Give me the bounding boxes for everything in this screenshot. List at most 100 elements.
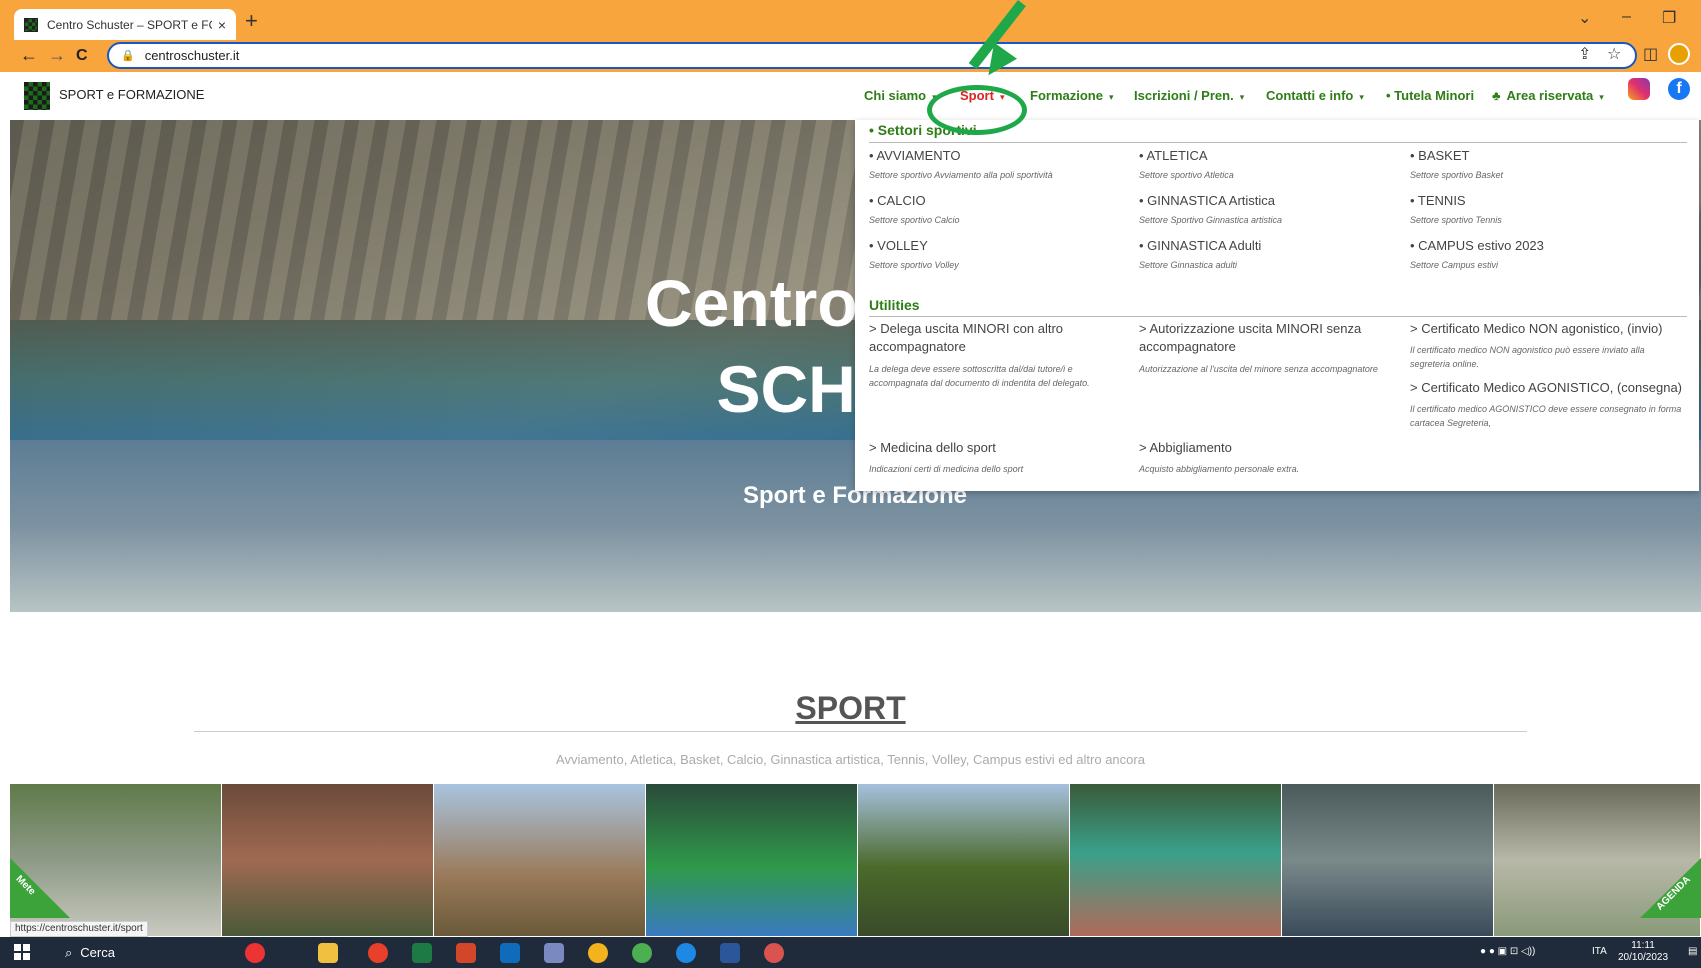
dd-ginnastica-adulti[interactable]: • GINNASTICA Adulti (1139, 237, 1261, 255)
divider (194, 731, 1527, 732)
restore-icon[interactable]: ❐ (1662, 8, 1676, 28)
tab-title: Centro Schuster – SPORT e FORI (47, 17, 212, 32)
dd-desc: Settore sportivo Avviamento alla poli sp… (869, 170, 1053, 180)
forward-icon[interactable]: → (48, 45, 66, 66)
menu-area-riservata[interactable]: ♣ Area riservata ▾ (1492, 88, 1604, 103)
site-title[interactable]: SPORT e FORMAZIONE (59, 87, 204, 102)
dd-abbigliamento[interactable]: > Abbigliamento (1139, 439, 1232, 457)
user-icon: ♣ (1492, 88, 1501, 103)
dd-ginnastica-artistica[interactable]: • GINNASTICA Artistica (1139, 192, 1275, 210)
site-logo[interactable] (24, 82, 50, 110)
new-tab-button[interactable]: + (245, 10, 258, 32)
menu-label: • Tutela Minori (1386, 88, 1475, 103)
chrome-alt-icon[interactable] (764, 943, 784, 963)
menu-formazione[interactable]: Formazione ▾ (1030, 88, 1114, 103)
browser-tab[interactable]: Centro Schuster – SPORT e FORI × (14, 9, 236, 40)
windows-start-icon[interactable] (14, 944, 30, 960)
dd-desc: Settore sportivo Calcio (869, 215, 960, 225)
browser-tabstrip: Centro Schuster – SPORT e FORI × + ⌄ – ❐ (0, 0, 1701, 40)
taskbar-clock[interactable]: 11:11 20/10/2023 (1618, 940, 1668, 964)
dd-desc: Indicazioni certi di medicina dello spor… (869, 464, 1024, 474)
dd-basket[interactable]: • BASKET (1410, 147, 1469, 165)
annotation-circle (927, 85, 1027, 135)
opera-icon[interactable] (368, 943, 388, 963)
address-bar-row: ← → C 🔒 centroschuster.it ⇪ ☆ ◫ (0, 40, 1701, 72)
menu-tutela-minori[interactable]: • Tutela Minori (1386, 88, 1474, 103)
dd-volley[interactable]: • VOLLEY (869, 237, 928, 255)
dd-desc: Settore sportivo Basket (1410, 170, 1504, 180)
lock-icon: 🔒 (121, 50, 135, 62)
menu-label: Chi siamo (864, 88, 927, 103)
edge-icon[interactable] (676, 943, 696, 963)
sidepanel-icon[interactable]: ◫ (1643, 44, 1658, 64)
profile-avatar[interactable] (1668, 43, 1690, 65)
file-explorer-icon[interactable] (318, 943, 338, 963)
tray-icons[interactable]: ● ● ▣ ⊡ ◁)) (1480, 946, 1535, 957)
dd-certificato-agonistico[interactable]: > Certificato Medico AGONISTICO, (conseg… (1410, 379, 1685, 397)
dd-desc: Settore sportivo Volley (869, 260, 959, 270)
word-icon[interactable] (720, 943, 740, 963)
menu-label: Area riservata (1506, 88, 1594, 103)
heart-app-icon[interactable] (245, 943, 265, 963)
menu-chi-siamo[interactable]: Chi siamo ▾ (864, 88, 937, 103)
dd-desc: Settore Ginnastica adulti (1139, 260, 1238, 270)
dd-desc: La delega deve essere sottoscritta dal/d… (869, 364, 1090, 388)
dd-desc: Settore sportivo Tennis (1410, 215, 1502, 225)
taskbar-search[interactable]: ⌕ Cerca (65, 945, 115, 961)
notifications-icon[interactable]: ▤ (1688, 946, 1697, 957)
sport-gallery (10, 784, 1701, 936)
chrome-icon[interactable] (632, 943, 652, 963)
site-header: SPORT e FORMAZIONE Chi siamo ▾ Sport ▾ For… (0, 72, 1701, 120)
divider (869, 142, 1687, 143)
divider (869, 316, 1687, 317)
bookmark-star-icon[interactable]: ☆ (1607, 44, 1621, 64)
app-icon[interactable] (544, 943, 564, 963)
gallery-image[interactable] (1070, 784, 1282, 936)
menu-label: Contatti e info (1266, 88, 1354, 103)
dd-tennis[interactable]: • TENNIS (1410, 192, 1466, 210)
back-icon[interactable]: ← (20, 45, 38, 66)
gallery-image[interactable] (646, 784, 858, 936)
gallery-image[interactable] (434, 784, 646, 936)
tab-search-icon[interactable]: ⌄ (1578, 8, 1591, 28)
instagram-icon[interactable] (1628, 78, 1650, 100)
gallery-image[interactable] (222, 784, 434, 936)
windows-taskbar: ⌕ Cerca ● ● ▣ ⊡ ◁)) ITA 11:11 20/10/2023 … (0, 937, 1701, 968)
status-bar-url: https://centroschuster.it/sport (10, 921, 148, 937)
dd-atletica[interactable]: • ATLETICA (1139, 147, 1208, 165)
dd-certificato-non-agonistico[interactable]: > Certificato Medico NON agonistico, (in… (1410, 320, 1685, 338)
menu-label: Iscrizioni / Pren. (1134, 88, 1234, 103)
dd-desc: Autorizzazione al l'uscita del minore se… (1139, 364, 1378, 374)
search-icon: ⌕ (65, 945, 73, 960)
minimize-icon[interactable]: – (1622, 8, 1631, 26)
dd-avviamento[interactable]: • AVVIAMENTO (869, 147, 960, 165)
dd-desc: Il certificato medico NON agonistico può… (1410, 345, 1645, 369)
dd-desc: Il certificato medico AGONISTICO deve es… (1410, 404, 1682, 428)
dd-campus[interactable]: • CAMPUS estivo 2023 (1410, 237, 1544, 255)
tab-close-icon[interactable]: × (218, 17, 226, 33)
menu-label: Formazione (1030, 88, 1103, 103)
dd-desc: Settore sportivo Atletica (1139, 170, 1234, 180)
sport-section-title: SPORT (795, 690, 906, 726)
powerpoint-icon[interactable] (456, 943, 476, 963)
gallery-image[interactable] (1282, 784, 1494, 936)
excel-icon[interactable] (412, 943, 432, 963)
taskbar-search-label: Cerca (80, 945, 115, 960)
dd-calcio[interactable]: • CALCIO (869, 192, 926, 210)
menu-iscrizioni[interactable]: Iscrizioni / Pren. ▾ (1134, 88, 1244, 103)
url-text: centroschuster.it (144, 48, 240, 63)
reload-icon[interactable]: C (76, 47, 88, 65)
chrome-profile-icon[interactable] (588, 943, 608, 963)
caret-icon: ▾ (1359, 92, 1364, 102)
dd-desc: Acquisto abbigliamento personale extra. (1139, 464, 1300, 474)
dd-medicina-sport[interactable]: > Medicina dello sport (869, 439, 996, 457)
dd-autorizzazione-uscita[interactable]: > Autorizzazione uscita MINORI senza acc… (1139, 320, 1389, 356)
share-icon[interactable]: ⇪ (1578, 44, 1591, 64)
menu-contatti[interactable]: Contatti e info ▾ (1266, 88, 1364, 103)
gallery-image[interactable] (858, 784, 1070, 936)
outlook-icon[interactable] (500, 943, 520, 963)
dd-delega-uscita[interactable]: > Delega uscita MINORI con altro accompa… (869, 320, 1119, 356)
url-input[interactable]: 🔒 centroschuster.it (107, 42, 1637, 69)
facebook-icon[interactable]: f (1668, 78, 1690, 100)
language-indicator[interactable]: ITA (1592, 946, 1607, 957)
